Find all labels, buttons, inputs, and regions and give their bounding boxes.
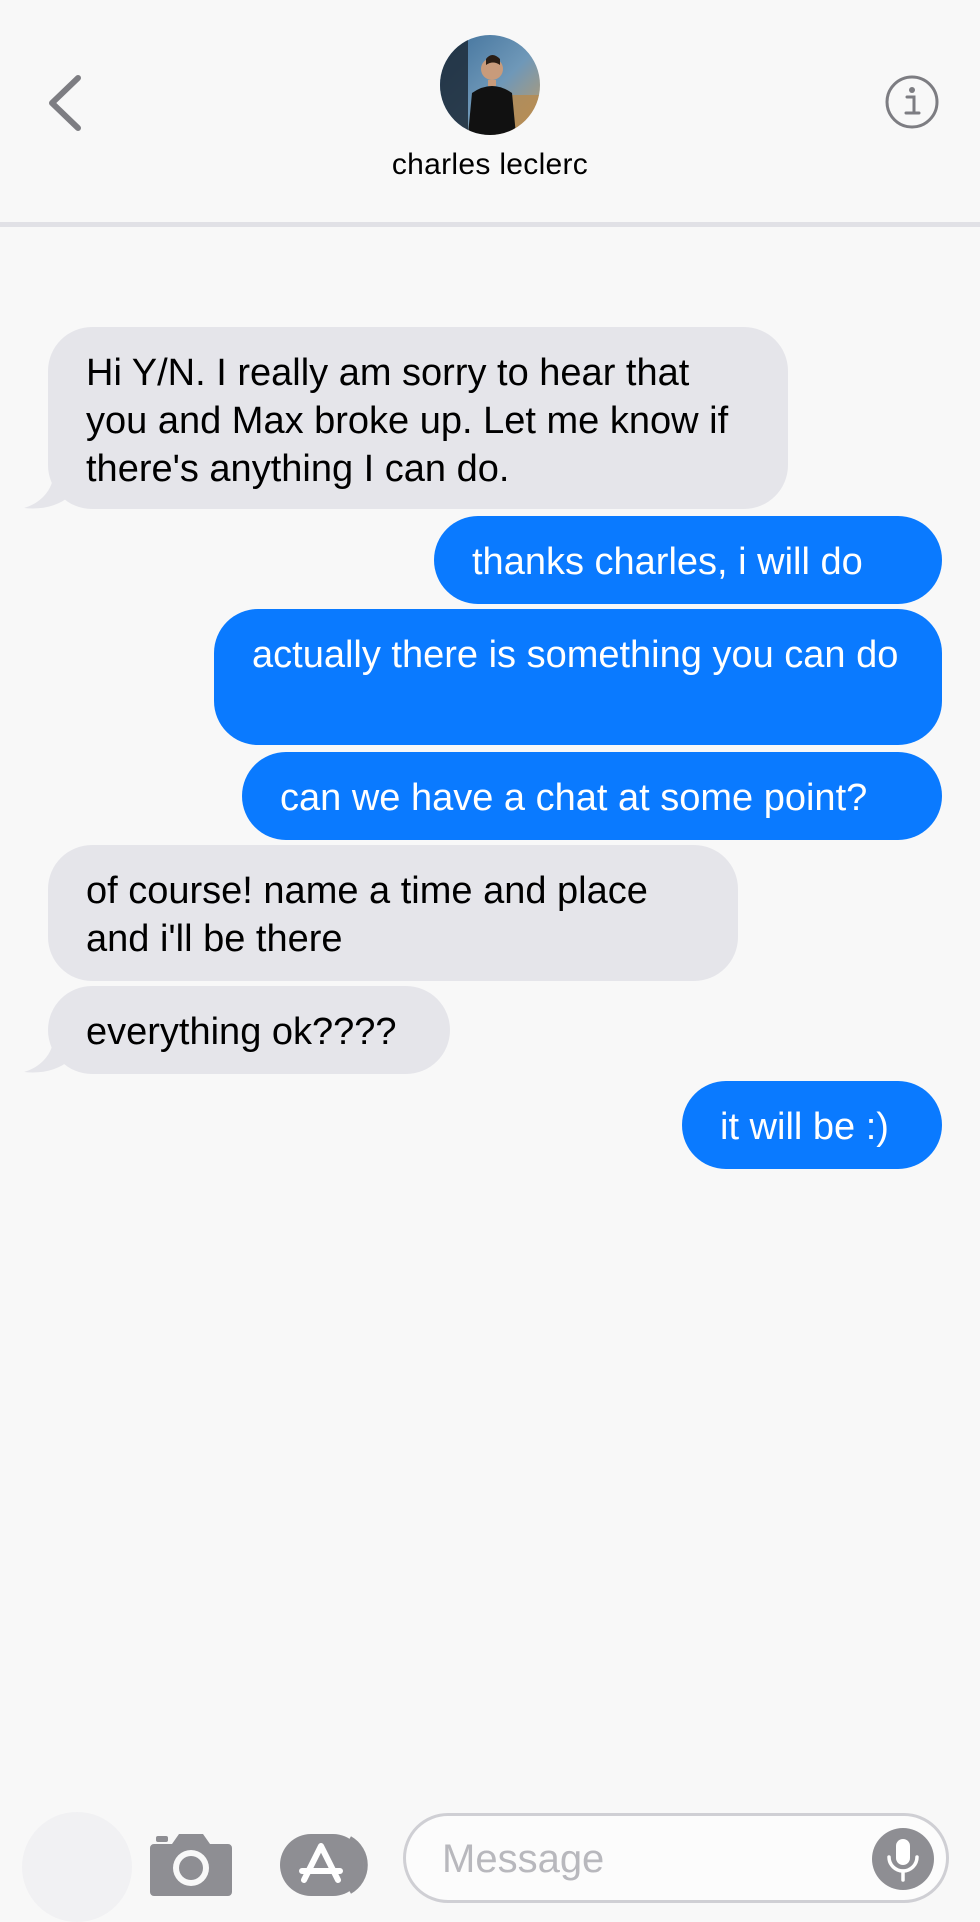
message-bubble-incoming[interactable]: of course! name a time and place and i'l… [48,845,738,981]
contact-name[interactable]: charles leclerc [0,148,980,182]
expand-button[interactable] [22,1812,132,1922]
bubble-tail [24,470,70,509]
message-input[interactable] [442,1834,842,1884]
contact-avatar[interactable] [440,35,540,135]
message-bubble-incoming[interactable]: everything ok???? [48,986,450,1074]
microphone-icon [887,1839,919,1882]
message-field[interactable] [403,1813,949,1903]
microphone-button[interactable] [872,1828,934,1890]
back-button[interactable] [40,68,90,138]
conversation-header: charles leclerc [0,0,980,227]
message-thread[interactable]: Hi Y/N. I really am sorry to hear that y… [0,226,980,1786]
app-store-button[interactable] [280,1834,370,1896]
info-button[interactable] [884,74,940,130]
message-bubble-outgoing[interactable]: it will be :) [682,1081,942,1169]
chevron-left-icon [49,75,81,131]
app-store-icon [280,1834,368,1896]
message-bubble-outgoing[interactable]: actually there is something you can do [214,609,942,745]
message-bubble-outgoing[interactable]: thanks charles, i will do [434,516,942,604]
bubble-tail [24,1034,70,1073]
message-bubble-incoming[interactable]: Hi Y/N. I really am sorry to hear that y… [48,327,788,509]
camera-icon [150,1834,232,1896]
message-bubble-outgoing[interactable]: can we have a chat at some point? [242,752,942,840]
compose-bar [0,1800,980,1922]
info-icon [885,75,939,129]
camera-button[interactable] [148,1830,234,1898]
